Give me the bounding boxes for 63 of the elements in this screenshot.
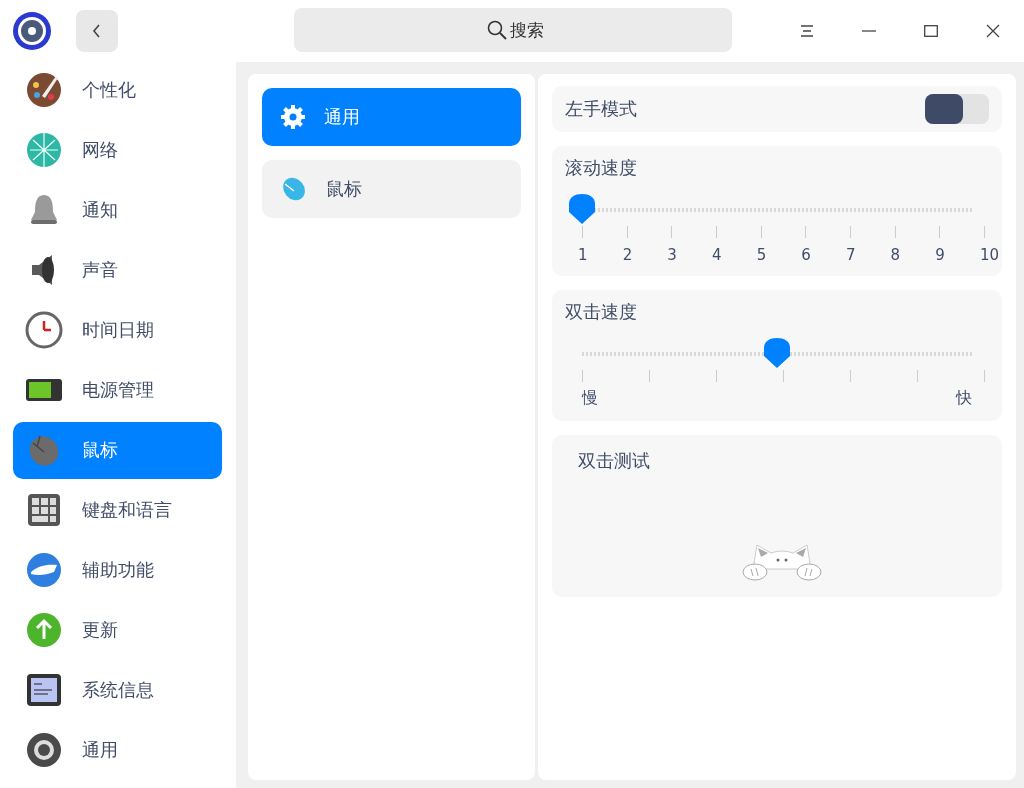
tick-mark <box>715 226 717 238</box>
tick-label: 9 <box>935 246 945 264</box>
search-icon <box>487 20 507 40</box>
setting-label: 滚动速度 <box>565 156 638 180</box>
tick-label: 4 <box>711 246 722 264</box>
tick-mark <box>849 226 851 238</box>
tick-mark <box>671 226 673 238</box>
menu-icon <box>800 25 814 37</box>
tick-label: 3 <box>667 246 677 264</box>
mouse-icon <box>280 175 308 203</box>
tick-mark <box>716 370 717 382</box>
setting-label: 双击速度 <box>565 300 638 324</box>
tick-mark <box>582 370 583 382</box>
tick-mark <box>805 226 807 238</box>
tick-mark <box>894 226 896 238</box>
globe-icon <box>24 130 64 170</box>
tick-mark <box>626 226 628 238</box>
palette-icon <box>24 70 64 110</box>
tick-label: 7 <box>845 246 856 264</box>
close-icon <box>986 24 1000 38</box>
sidebar-item[interactable]: 通知 <box>13 181 222 239</box>
tick-mark <box>582 226 583 238</box>
sidebar-item[interactable]: 系统信息 <box>13 661 222 719</box>
chevron-left-icon <box>92 24 102 38</box>
nav-item[interactable]: 鼠标 <box>262 160 521 218</box>
test-area[interactable]: 双击测试 <box>552 435 1002 597</box>
nav-item[interactable]: 通用 <box>262 88 521 146</box>
tick-mark <box>850 370 851 382</box>
sidebar-item[interactable]: 网络 <box>13 121 222 179</box>
clock-icon <box>24 310 64 350</box>
tick-mark <box>760 226 762 238</box>
tick-label: 1 <box>578 246 588 264</box>
maximize-icon <box>924 25 938 37</box>
tick-mark <box>649 370 650 382</box>
sidebar-item[interactable]: 辅助功能 <box>13 541 222 599</box>
tick-label: 2 <box>622 246 633 264</box>
sidebar-item[interactable]: 通用 <box>13 721 222 779</box>
tick-label: 8 <box>890 246 901 264</box>
sidebar-item[interactable]: 个性化 <box>13 62 222 119</box>
hand-icon <box>24 550 64 590</box>
toggle-switch[interactable] <box>925 94 989 124</box>
sidebar-item[interactable]: 声音 <box>13 241 222 299</box>
search-field[interactable]: 搜索 <box>294 8 732 52</box>
slider-thumb[interactable] <box>764 338 790 368</box>
sidebar-item[interactable]: 鼠标 <box>13 421 222 479</box>
setting-label: 左手模式 <box>565 97 637 121</box>
sidebar-item[interactable]: 时间日期 <box>13 301 222 359</box>
tick-label: 5 <box>756 246 767 264</box>
tick-mark <box>983 226 985 238</box>
max-label: 快 <box>956 388 972 409</box>
tick-mark <box>783 370 784 382</box>
tick-mark <box>984 370 985 382</box>
setting-label: 双击测试 <box>578 449 651 473</box>
tick-label: 10 <box>979 246 999 264</box>
tick-mark <box>939 226 941 238</box>
minimize-icon <box>862 30 876 32</box>
tick-mark <box>917 370 918 382</box>
sidebar-item[interactable]: 电源管理 <box>13 361 222 419</box>
sidebar-item[interactable]: 键盘和语言 <box>13 481 222 539</box>
sidebar-item[interactable]: 更新 <box>13 601 222 659</box>
slider-thumb[interactable] <box>569 194 595 224</box>
min-label: 慢 <box>582 388 598 409</box>
tick-label: 6 <box>801 246 811 264</box>
